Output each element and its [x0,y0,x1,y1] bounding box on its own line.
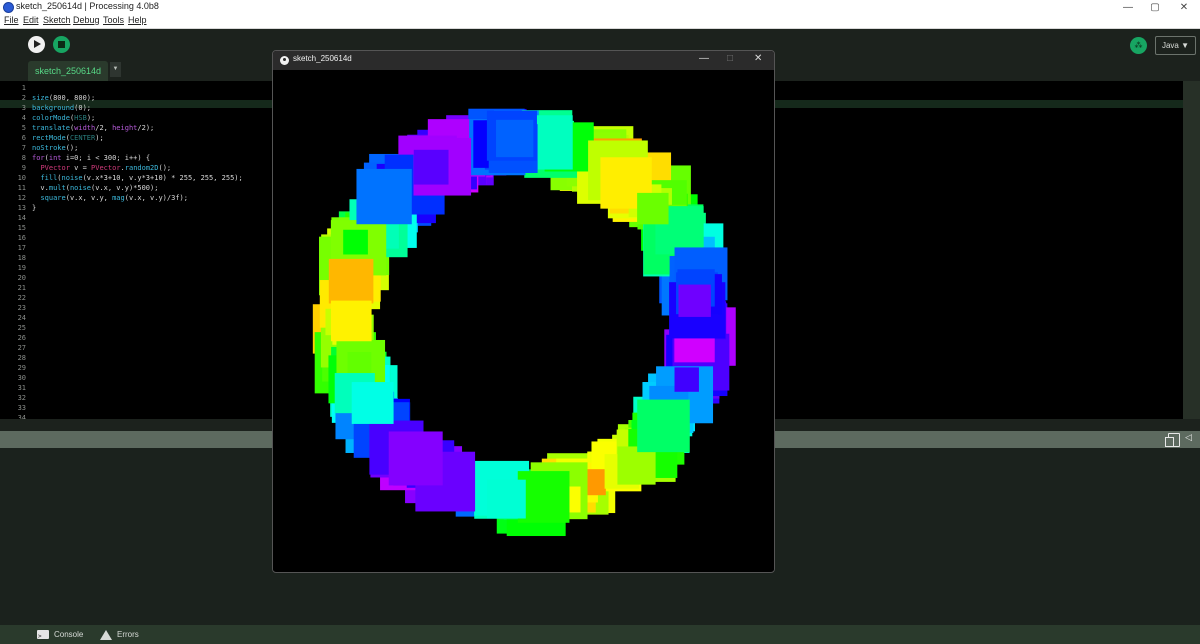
menu-file[interactable]: File [4,15,19,25]
art-square [351,382,394,424]
code-text: v.mult(noise(v.x, v.y)*500); [32,184,159,192]
line-number: 11 [17,184,26,192]
tab-menu-arrow[interactable]: ▼ [110,62,121,77]
line-number: 10 [17,174,26,182]
close-button[interactable]: ✕ [1170,0,1198,15]
code-text: rectMode(CENTER); [32,134,104,142]
tab-errors[interactable]: Errors [100,627,139,642]
line-number: 14 [17,214,26,222]
line-number: 4 [21,114,26,122]
line-number: 7 [21,144,26,152]
line-number: 30 [17,374,26,382]
errors-tab-label: Errors [117,630,139,639]
line-number: 21 [17,284,26,292]
line-number: 19 [17,264,26,272]
window-title: sketch_250614d | Processing 4.0b8 [16,1,159,11]
art-square [496,119,534,158]
line-number: 28 [17,354,26,362]
menu-edit[interactable]: Edit [23,15,39,25]
copy-icon[interactable] [1165,433,1180,447]
line-number: 5 [21,124,26,132]
menu-debug[interactable]: Debug [73,15,100,25]
processing-app-icon [3,2,14,13]
line-number: 2 [21,94,26,102]
menu-sketch[interactable]: Sketch [43,15,71,25]
minimize-button[interactable]: — [1114,0,1142,15]
stop-icon[interactable] [53,36,70,53]
code-text: noStroke(); [32,144,79,152]
line-number: 23 [17,304,26,312]
processing-icon [280,56,289,65]
line-number: 31 [17,384,26,392]
mode-selector[interactable]: Java ▼ [1155,36,1196,55]
art-square [328,258,374,304]
tab-sketch[interactable]: sketch_250614d [28,61,108,81]
line-number: 27 [17,344,26,352]
line-number: 18 [17,254,26,262]
art-square [637,192,669,225]
sketch-close-button[interactable]: ✕ [754,53,762,64]
console-icon [37,629,49,644]
warning-icon [100,629,112,640]
sketch-canvas [273,70,774,571]
art-square [486,479,526,519]
code-text: background(0); [32,104,92,112]
art-square [678,284,711,317]
art-square [413,149,449,185]
maximize-button[interactable]: ▢ [1141,0,1169,15]
art-square [330,300,372,342]
line-number: 32 [17,394,26,402]
line-number: 22 [17,294,26,302]
line-number: 26 [17,334,26,342]
sketch-maximize-button[interactable]: □ [727,53,733,64]
line-number: 12 [17,194,26,202]
line-number: 20 [17,274,26,282]
line-number: 29 [17,364,26,372]
sketch-window-title: sketch_250614d [293,54,352,63]
sketch-titlebar[interactable]: sketch_250614d — □ ✕ [273,51,774,70]
code-text: translate(width/2, height/2); [32,124,155,132]
arrow-left-icon[interactable]: ◁ [1185,432,1192,443]
generative-artwork [312,108,736,537]
line-number: 1 [21,84,26,92]
art-square [637,399,690,453]
art-square [356,168,412,225]
line-number: 13 [17,204,26,212]
play-icon[interactable] [28,36,45,53]
line-number: 16 [17,234,26,242]
sketch-window[interactable]: sketch_250614d — □ ✕ [272,50,775,573]
code-text: size(800, 800); [32,94,96,102]
art-square [617,446,656,485]
line-number: 25 [17,324,26,332]
debug-icon[interactable]: ⁂ [1130,37,1147,54]
editor-scrollbar[interactable] [1183,81,1200,419]
art-square [388,431,443,486]
console-tab-bar [0,625,1200,644]
line-number: 33 [17,404,26,412]
art-square [674,367,699,392]
line-number: 6 [21,134,26,142]
line-number: 24 [17,314,26,322]
line-number: 15 [17,224,26,232]
menu-help[interactable]: Help [128,15,147,25]
tab-console[interactable]: Console [37,627,84,644]
code-text: for(int i=0; i < 300; i++) { [32,154,151,162]
code-text: PVector v = PVector.random2D(); [40,164,172,172]
art-square [343,229,368,255]
code-text: square(v.x, v.y, mag(v.x, v.y)/3f); [40,194,188,202]
console-tab-label: Console [54,630,84,639]
code-text: } [32,204,37,212]
art-square [347,352,372,376]
line-number: 9 [21,164,26,172]
line-number: 8 [21,154,26,162]
code-text: fill(noise(v.x*3+10, v.y*3+10) * 255, 25… [40,174,243,182]
line-number: 3 [21,104,26,112]
menu-bar: File Edit Sketch Debug Tools Help [0,15,1200,29]
window-titlebar: sketch_250614d | Processing 4.0b8 — ▢ ✕ [0,0,1200,15]
code-text: colorMode(HSB); [32,114,96,122]
menu-tools[interactable]: Tools [103,15,124,25]
line-number: 17 [17,244,26,252]
sketch-minimize-button[interactable]: — [699,53,709,64]
